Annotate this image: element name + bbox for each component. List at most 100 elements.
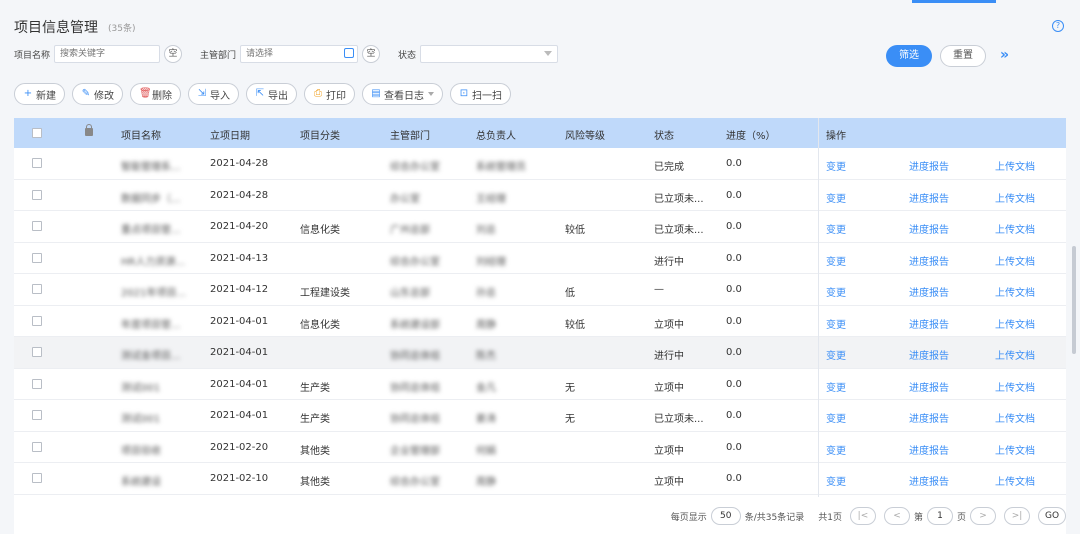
toolbar-import-button[interactable]: ⇲ 导入: [188, 83, 239, 105]
go-button[interactable]: GO: [1038, 507, 1066, 525]
row-checkbox[interactable]: [32, 315, 42, 326]
trash-icon: 🗑: [139, 88, 152, 99]
cell-status: 已完成: [654, 162, 684, 173]
toolbar-button-label: 修改: [94, 90, 114, 102]
progress-report-link[interactable]: 进度报告: [909, 410, 949, 425]
table-row[interactable]: 2021年项目... 2021-04-12 工程建设类 山东总部 孙总 低 — 0.0 变更 进度…: [14, 274, 1066, 306]
change-link[interactable]: 变更: [826, 221, 846, 236]
project-name-input[interactable]: [54, 45, 161, 63]
expand-filters-button[interactable]: »: [1000, 45, 1009, 65]
prev-page-button[interactable]: <: [883, 507, 910, 525]
upload-doc-link[interactable]: 上传文档: [995, 410, 1035, 425]
upload-doc-link[interactable]: 上传文档: [995, 158, 1035, 173]
toolbar-plus-button[interactable]: + 新建: [14, 83, 65, 105]
table-row[interactable]: 测试001 2021-04-01 生产类 协同总体组 姜涛 无 已立项未... 0.0 变更 进度…: [14, 400, 1066, 432]
table-row[interactable]: 年度项目管... 2021-04-01 信息化类 系统建设部 周静 较低 立项中 0.0 变更 进…: [14, 306, 1066, 337]
progress-report-link[interactable]: 进度报告: [909, 316, 949, 331]
change-link[interactable]: 变更: [826, 347, 846, 362]
table-row[interactable]: 测试金项目... 2021-04-01 协同总体组 陈杰 进行中 0.0 变更 进度报告 上传文…: [14, 337, 1066, 369]
col-actions: 操作: [826, 131, 846, 142]
upload-doc-link[interactable]: 上传文档: [995, 190, 1035, 205]
row-checkbox[interactable]: [32, 189, 42, 200]
table-scrollbar[interactable]: [1072, 246, 1076, 354]
clear-name-button[interactable]: 空: [164, 45, 183, 63]
progress-report-link[interactable]: 进度报告: [909, 284, 949, 299]
upload-doc-link[interactable]: 上传文档: [995, 221, 1035, 236]
col-date[interactable]: 立项日期: [210, 127, 250, 142]
col-dept[interactable]: 主管部门: [390, 127, 430, 142]
progress-report-link[interactable]: 进度报告: [909, 253, 949, 268]
progress-report-link[interactable]: 进度报告: [909, 379, 949, 394]
status-input[interactable]: [420, 45, 559, 63]
upload-doc-link[interactable]: 上传文档: [995, 284, 1035, 299]
change-link[interactable]: 变更: [826, 316, 846, 331]
toolbar-edit-button[interactable]: ✎ 修改: [72, 83, 123, 105]
col-risk[interactable]: 风险等级: [565, 127, 605, 142]
col-progress[interactable]: 进度（%）: [726, 127, 776, 142]
dept-picker[interactable]: [240, 45, 359, 63]
page-number-input[interactable]: 1: [926, 507, 953, 525]
dept-input[interactable]: [240, 45, 359, 63]
row-checkbox[interactable]: [32, 221, 42, 231]
first-page-button[interactable]: |<: [849, 507, 876, 525]
change-link[interactable]: 变更: [826, 473, 846, 488]
table-row[interactable]: 系统建设 2021-02-10 其他类 综合办公室 周静 立项中 0.0 变更 进度报告 上传文档: [14, 463, 1066, 495]
filter-button[interactable]: 筛选: [886, 45, 932, 67]
status-select[interactable]: [420, 45, 559, 63]
select-all-checkbox[interactable]: [32, 128, 42, 138]
help-icon[interactable]: ?: [1052, 20, 1064, 32]
cell-progress: 0.0: [726, 315, 742, 327]
row-checkbox[interactable]: [32, 158, 42, 168]
row-checkbox[interactable]: [32, 473, 42, 483]
table-row[interactable]: 重点项目管... 2021-04-20 信息化类 广州总部 刘总 较低 已立项未... 0.0…: [14, 211, 1066, 243]
upload-doc-link[interactable]: 上传文档: [995, 442, 1035, 457]
row-checkbox[interactable]: [32, 441, 42, 452]
org-tree-icon[interactable]: [344, 48, 355, 58]
upload-doc-link[interactable]: 上传文档: [995, 253, 1035, 268]
progress-report-link[interactable]: 进度报告: [909, 347, 949, 362]
cell-category: 信息化类: [300, 225, 340, 236]
change-link[interactable]: 变更: [826, 284, 846, 299]
change-link[interactable]: 变更: [826, 190, 846, 205]
progress-report-link[interactable]: 进度报告: [909, 221, 949, 236]
table-row[interactable]: 测试001 2021-04-01 生产类 协同总体组 金凡 无 立项中 0.0 变更 进度报告 上传…: [14, 369, 1066, 400]
upload-doc-link[interactable]: 上传文档: [995, 347, 1035, 362]
row-checkbox[interactable]: [32, 347, 42, 357]
progress-report-link[interactable]: 进度报告: [909, 442, 949, 457]
progress-report-link[interactable]: 进度报告: [909, 473, 949, 488]
clear-dept-button[interactable]: 空: [362, 45, 381, 63]
change-link[interactable]: 变更: [826, 253, 846, 268]
per-page-input[interactable]: 50: [710, 507, 741, 525]
change-link[interactable]: 变更: [826, 442, 846, 457]
toolbar-export-button[interactable]: ⇱ 导出: [246, 83, 297, 105]
cell-progress: 0.0: [726, 158, 742, 169]
toolbar-print-button[interactable]: ⎙ 打印: [304, 83, 355, 105]
col-owner[interactable]: 总负责人: [476, 127, 516, 142]
progress-report-link[interactable]: 进度报告: [909, 158, 949, 173]
upload-doc-link[interactable]: 上传文档: [995, 316, 1035, 331]
toolbar-trash-button[interactable]: 🗑 删除: [130, 83, 181, 105]
table-row[interactable]: 智能管理系... 2021-04-28 综合办公室 系统管理员 已完成 0.0 变更 进度报告…: [14, 148, 1066, 180]
row-checkbox[interactable]: [32, 378, 42, 389]
col-category[interactable]: 项目分类: [300, 127, 340, 142]
reset-button[interactable]: 重置: [940, 45, 986, 67]
last-page-button[interactable]: >|: [1004, 507, 1030, 525]
col-name[interactable]: 项目名称: [121, 127, 161, 142]
toolbar-scan-button[interactable]: ⊡ 扫一扫: [450, 83, 511, 105]
change-link[interactable]: 变更: [826, 410, 846, 425]
row-checkbox[interactable]: [32, 410, 42, 420]
progress-report-link[interactable]: 进度报告: [909, 190, 949, 205]
row-checkbox[interactable]: [32, 252, 42, 263]
toolbar-log-button[interactable]: ▤ 查看日志: [362, 83, 443, 105]
table-row[interactable]: HR人力资源... 2021-04-13 综合办公室 刘经理 进行中 0.0 变更 进度报告 上…: [14, 243, 1066, 274]
table-row[interactable]: 数据同步（... 2021-04-28 办公室 王经理 已立项未... 0.0 变更 进度报告…: [14, 180, 1066, 211]
table-row[interactable]: 项目验收 2021-02-20 其他类 企业管理部 何娟 立项中 0.0 变更 进度报告 上传文档: [14, 432, 1066, 463]
change-link[interactable]: 变更: [826, 379, 846, 394]
change-link[interactable]: 变更: [826, 158, 846, 173]
upload-doc-link[interactable]: 上传文档: [995, 473, 1035, 488]
upload-doc-link[interactable]: 上传文档: [995, 379, 1035, 394]
next-page-button[interactable]: >: [970, 507, 996, 525]
cell-category: 工程建设类: [300, 288, 350, 299]
row-checkbox[interactable]: [32, 284, 42, 294]
col-status[interactable]: 状态: [654, 127, 674, 142]
